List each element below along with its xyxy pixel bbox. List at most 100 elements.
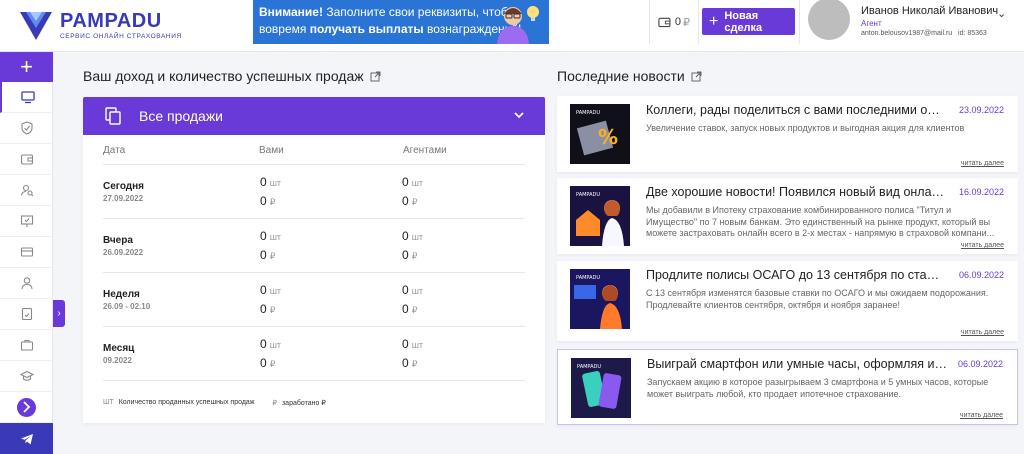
news-text: Запускаем акцию в которое разыгрываем 3 … <box>647 377 989 399</box>
user-search-icon <box>20 184 33 197</box>
news-text: Увеличение ставок, запуск новых продукто… <box>646 123 965 133</box>
col-mine: Вами <box>259 145 284 156</box>
sidebar-expand-toggle[interactable]: › <box>53 300 65 327</box>
svg-text:PAMPADU: PAMPADU <box>576 110 600 116</box>
user-name: Иванов Николай Иванович <box>861 5 999 17</box>
user-id: id: 85363 <box>958 30 987 37</box>
news-title: Выиграй смартфон или умные часы, оформля… <box>647 357 947 371</box>
brand-tagline: СЕРВИС ОНЛАЙН СТРАХОВАНИЯ <box>60 32 182 40</box>
row-date: 26.09 - 02.10 <box>103 301 151 311</box>
news-card[interactable]: PAMPADU Выиграй смартфон или умные часы,… <box>557 349 1018 425</box>
sidebar-item-search-user[interactable] <box>0 175 53 206</box>
row-period: Месяц <box>103 342 135 354</box>
user-email: anton.belousov1987@mail.ru <box>861 30 953 37</box>
sidebar-item-documents[interactable] <box>0 299 53 330</box>
agents-sum: 0 <box>402 301 409 316</box>
sales-card: Все продажи Дата Вами Агентами Сегодня 27… <box>83 97 545 423</box>
news-thumbnail: PAMPADU <box>570 186 630 246</box>
unit-count: шт <box>269 177 282 188</box>
sidebar-item-insurance[interactable] <box>0 113 53 144</box>
wallet-currency: ₽ <box>683 16 690 29</box>
mine-count: 0 <box>260 336 267 351</box>
news-text: Мы добавили в Ипотеку страхование комбин… <box>646 205 995 238</box>
sidebar: + <box>0 52 53 454</box>
income-section-title[interactable]: Ваш доход и количество успешных продаж <box>83 68 381 84</box>
chevron-down-icon[interactable]: ⌄ <box>997 7 1006 20</box>
user-icon <box>20 277 33 290</box>
news-card[interactable]: % PAMPADU Коллеги, рады поделиться с вами… <box>557 96 1018 172</box>
sidebar-item-next[interactable] <box>0 392 53 423</box>
document-check-icon <box>21 307 32 321</box>
user-menu[interactable]: Иванов Николай Иванович Агент anton.belo… <box>799 0 1024 44</box>
table-row: Сегодня 27.09.2022 0 шт 0 ₽ 0 шт 0 ₽ <box>103 165 525 219</box>
sidebar-item-education[interactable] <box>0 361 53 392</box>
sidebar-item-profile[interactable] <box>0 268 53 299</box>
presentation-icon <box>20 215 33 227</box>
svg-text:%: % <box>598 125 618 149</box>
row-date: 09.2022 <box>103 355 132 365</box>
unit-money: ₽ <box>269 358 276 369</box>
banner-line2b: получать выплаты <box>309 22 424 36</box>
logo[interactable]: PAMPADU СЕРВИС ОНЛАЙН СТРАХОВАНИЯ <box>18 8 182 42</box>
legend-money-label: заработано ₽ <box>281 400 326 407</box>
mine-sum: 0 <box>260 301 267 316</box>
agents-count: 0 <box>402 336 409 351</box>
wallet-icon <box>658 17 671 28</box>
col-date: Дата <box>103 145 126 156</box>
news-date: 06.09.2022 <box>957 359 1003 369</box>
read-more-link[interactable]: читать далее <box>961 329 1004 336</box>
unit-money: ₽ <box>411 250 418 261</box>
sidebar-item-telegram[interactable] <box>0 423 53 454</box>
telegram-icon <box>20 433 33 444</box>
avatar <box>808 0 850 40</box>
wallet-amount: 0 <box>674 16 681 28</box>
briefcase-icon <box>20 339 33 351</box>
sidebar-item-presentation[interactable] <box>0 206 53 237</box>
unit-money: ₽ <box>269 196 276 207</box>
pampadu-logo-icon <box>20 12 52 40</box>
agents-count: 0 <box>402 228 409 243</box>
card-icon <box>20 247 33 257</box>
requisites-banner[interactable]: Внимание! Заполните свои реквизиты, чтоб… <box>253 0 549 44</box>
row-date: 27.09.2022 <box>103 193 144 203</box>
external-link-icon <box>370 71 381 81</box>
news-section-title[interactable]: Последние новости <box>557 68 702 84</box>
mine-sum: 0 <box>260 247 267 262</box>
unit-count: шт <box>269 285 282 296</box>
sidebar-item-payments[interactable] <box>0 237 53 268</box>
agents-count: 0 <box>402 282 409 297</box>
sales-filter-dropdown[interactable]: Все продажи <box>83 97 545 135</box>
arrow-right-icon <box>17 397 36 417</box>
read-more-link[interactable]: читать далее <box>961 160 1004 167</box>
news-card[interactable]: PAMPADU Продлите полисы ОСАГО до 13 сент… <box>557 261 1018 341</box>
new-deal-button[interactable]: + Новая сделка <box>702 8 795 35</box>
agents-sum: 0 <box>402 193 409 208</box>
unit-money: ₽ <box>269 304 276 315</box>
external-link-icon <box>691 71 702 81</box>
copy-icon <box>105 107 121 125</box>
sidebar-item-dashboard[interactable] <box>0 82 53 113</box>
mine-sum: 0 <box>260 355 267 370</box>
sidebar-item-portfolio[interactable] <box>0 330 53 361</box>
sidebar-item-wallet[interactable] <box>0 144 53 175</box>
wallet-balance[interactable]: 0 ₽ <box>649 0 699 44</box>
monitor-icon <box>20 91 35 104</box>
row-date: 26.09.2022 <box>103 247 144 257</box>
read-more-link[interactable]: читать далее <box>961 242 1004 249</box>
news-title: Коллеги, рады поделиться с вами последни… <box>646 103 946 117</box>
news-title-text: Последние новости <box>557 68 685 84</box>
row-period: Вчера <box>103 234 133 246</box>
news-title: Продлите полисы ОСАГО до 13 сентября по … <box>646 268 946 282</box>
shield-check-icon <box>20 121 33 135</box>
news-card[interactable]: PAMPADU Две хорошие новости! Появился но… <box>557 178 1018 254</box>
sidebar-add-button[interactable]: + <box>0 52 53 82</box>
mine-count: 0 <box>260 282 267 297</box>
news-date: 23.09.2022 <box>958 105 1004 115</box>
brand-name: PAMPADU <box>60 9 162 32</box>
mine-sum: 0 <box>260 193 267 208</box>
news-text: С 13 сентября изменятся базовые ставки п… <box>646 288 989 310</box>
read-more-link[interactable]: читать далее <box>960 412 1003 419</box>
wallet-icon <box>20 154 33 165</box>
news-date: 16.09.2022 <box>958 187 1004 197</box>
mine-count: 0 <box>260 174 267 189</box>
